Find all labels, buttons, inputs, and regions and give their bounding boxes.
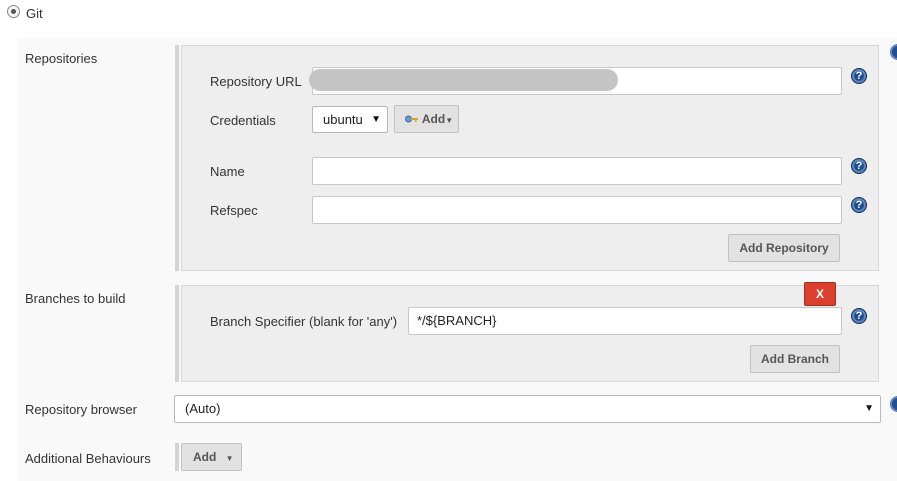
repositories-label: Repositories [25,51,98,66]
add-repository-button[interactable]: Add Repository [728,234,840,262]
branches-to-build-label: Branches to build [25,291,126,306]
refspec-input[interactable] [312,196,842,224]
branch-specifier-help-icon[interactable]: ? [851,308,867,324]
credentials-selected-value: ubuntu [323,112,363,127]
refspec-label: Refspec [210,203,258,218]
branch-specifier-input[interactable]: */${BRANCH} [408,307,842,335]
branches-chunk-handle[interactable] [175,285,179,382]
redacted-url-overlay [309,69,618,91]
add-behaviour-button[interactable]: Add ▼ [181,443,242,471]
refspec-help-icon[interactable]: ? [851,197,867,213]
credentials-label: Credentials [210,113,276,128]
additional-behaviours-label: Additional Behaviours [25,451,151,466]
delete-branch-button[interactable]: X [804,282,836,306]
git-option-label: Git [26,6,43,21]
repository-browser-selected-value: (Auto) [185,401,221,416]
credentials-select[interactable]: ubuntu ▼ [312,106,388,133]
chevron-down-icon: ▼ [371,114,381,125]
scm-option-row: Git [0,0,897,38]
radio-selected-dot [11,9,16,14]
chevron-down-icon: ▼ [225,454,234,463]
add-branch-button[interactable]: Add Branch [750,345,840,373]
repository-url-label: Repository URL [210,74,302,89]
additional-behaviours-handle [175,443,179,471]
repository-browser-select[interactable]: (Auto) ▼ [174,395,881,423]
key-icon [405,115,418,123]
name-help-icon[interactable]: ? [851,158,867,174]
branch-specifier-label: Branch Specifier (blank for 'any') [210,314,398,329]
add-credential-button[interactable]: Add▼ [394,105,459,133]
repository-url-help-icon[interactable]: ? [851,68,867,84]
name-label: Name [210,164,245,179]
git-radio-icon[interactable] [7,5,20,18]
add-behaviour-label: Add [193,450,217,464]
name-input[interactable] [312,157,842,185]
chevron-down-icon: ▼ [864,403,874,414]
repositories-chunk-handle[interactable] [175,45,179,271]
chevron-down-icon: ▼ [445,116,454,125]
add-credential-label: Add [421,112,446,126]
repository-browser-label: Repository browser [25,402,137,417]
